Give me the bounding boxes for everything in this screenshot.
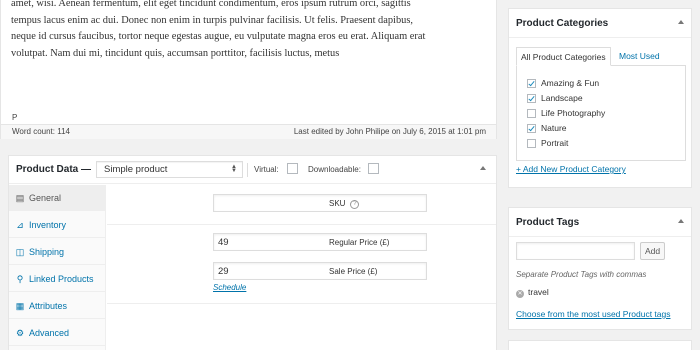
editor-path: P — [12, 113, 18, 122]
remove-tag-icon[interactable]: ✕ — [516, 290, 524, 298]
product-data-panel: Product Data — Simple product ▲ ▼ Virtual… — [8, 155, 497, 350]
tab-label: Shipping — [29, 247, 65, 257]
tab-label: Linked Products — [29, 274, 94, 284]
virtual-checkbox[interactable] — [287, 163, 298, 174]
sale-price-label: Sale Price (£) — [329, 267, 378, 276]
category-item[interactable]: Landscape — [527, 92, 583, 106]
editor-status-bar: Word count: 114 Last edited by John Phil… — [1, 124, 496, 139]
product-tags-box: Product Tags Add Separate Product Tags w… — [508, 207, 692, 330]
tab-label: General — [29, 193, 62, 203]
tab-inventory[interactable]: ⊿ Inventory — [9, 212, 106, 238]
section-divider — [107, 224, 496, 225]
sale-price-value: 29 — [218, 266, 229, 277]
editor-line: tempus lacus enim ac dui. Donec non enim… — [11, 14, 413, 26]
product-categories-box: Product Categories All Product Categorie… — [508, 8, 692, 188]
word-count: Word count: 114 — [12, 127, 70, 136]
product-type-value: Simple product — [104, 164, 168, 175]
checkmark-icon — [528, 94, 535, 102]
tab-all-categories[interactable]: All Product Categories — [516, 47, 611, 66]
chart-icon: ⊿ — [16, 220, 24, 230]
tab-general[interactable]: ▤ General — [9, 185, 106, 211]
sku-field[interactable]: SKU? — [213, 194, 427, 212]
category-item[interactable]: Nature — [527, 122, 567, 136]
next-box — [508, 340, 692, 350]
collapse-toggle-icon[interactable] — [678, 219, 684, 223]
category-checklist: Amazing & Fun Landscape Life Photography… — [516, 65, 686, 161]
schedule-link[interactable]: Schedule — [213, 283, 246, 292]
sale-price-field[interactable]: 29 Sale Price (£) — [213, 262, 427, 280]
category-checkbox[interactable] — [527, 124, 536, 133]
section-divider — [107, 303, 496, 304]
last-edited: Last edited by John Philipe on July 6, 2… — [293, 127, 486, 136]
add-tag-button[interactable]: Add — [640, 242, 665, 260]
product-data-header: Product Data — Simple product ▲ ▼ Virtual… — [9, 156, 496, 184]
tab-label: Advanced — [29, 328, 70, 338]
tags-title: Product Tags — [516, 217, 580, 228]
editor-line: neque id cursus faucibus, tortor neque e… — [11, 31, 426, 42]
category-item[interactable]: Portrait — [527, 137, 568, 151]
downloadable-checkbox[interactable] — [368, 163, 379, 174]
tag-help-text: Separate Product Tags with commas — [516, 270, 647, 279]
tab-advanced[interactable]: ⚙ Advanced — [9, 320, 106, 346]
category-checkbox[interactable] — [527, 79, 536, 88]
tab-most-used[interactable]: Most Used — [615, 47, 664, 66]
gear-icon: ⚙ — [15, 328, 25, 338]
select-arrows-icon: ▲ ▼ — [231, 164, 237, 174]
choose-tags-link[interactable]: Choose from the most used Product tags — [516, 309, 671, 319]
checkmark-icon — [528, 79, 535, 87]
regular-price-field[interactable]: 49 Regular Price (£) — [213, 233, 427, 251]
checkmark-icon — [528, 124, 535, 132]
content-editor[interactable]: amet, wisi. Aenean fermentum, elit eget … — [0, 0, 497, 139]
help-icon: ? — [350, 200, 360, 209]
header-separator — [247, 163, 248, 177]
category-checkbox[interactable] — [527, 94, 536, 103]
tab-attributes[interactable]: ▦ Attributes — [9, 293, 106, 319]
box-divider — [509, 236, 691, 237]
sku-label: SKU? — [329, 199, 360, 209]
general-panel: SKU? 49 Regular Price (£) 29 Sale Price … — [107, 185, 496, 350]
virtual-label: Virtual: — [254, 165, 279, 174]
collapse-toggle-icon[interactable] — [480, 166, 486, 170]
product-data-title: Product Data — — [16, 164, 92, 175]
tab-shipping[interactable]: ◫ Shipping — [9, 239, 106, 265]
truck-icon: ◫ — [15, 247, 25, 257]
product-type-select[interactable]: Simple product ▲ ▼ — [96, 161, 243, 178]
product-data-tabs: ▤ General ⊿ Inventory ◫ Shipping ⚲ Linke… — [9, 185, 106, 350]
category-checkbox[interactable] — [527, 109, 536, 118]
regular-price-label: Regular Price (£) — [329, 238, 390, 247]
tab-linked-products[interactable]: ⚲ Linked Products — [9, 266, 106, 292]
editor-line: amet, wisi. Aenean fermentum, elit eget … — [11, 0, 411, 9]
categories-title: Product Categories — [516, 18, 609, 29]
tag-item: ✕ travel — [516, 287, 549, 298]
link-icon: ⚲ — [16, 274, 24, 284]
add-category-link[interactable]: + Add New Product Category — [516, 164, 626, 174]
regular-price-value: 49 — [218, 237, 229, 248]
table-icon: ▦ — [15, 301, 25, 311]
downloadable-label: Downloadable: — [308, 165, 361, 174]
category-item[interactable]: Amazing & Fun — [527, 77, 599, 91]
list-icon: ▤ — [15, 193, 25, 203]
tab-label: Inventory — [29, 220, 67, 230]
category-item[interactable]: Life Photography — [527, 107, 605, 121]
tag-input[interactable] — [516, 242, 635, 260]
collapse-toggle-icon[interactable] — [678, 20, 684, 24]
box-divider — [509, 37, 691, 38]
editor-text[interactable]: amet, wisi. Aenean fermentum, elit eget … — [11, 0, 493, 62]
tab-label: Attributes — [29, 301, 68, 311]
editor-line: volutpat. Nam dui mi, tincidunt quis, ac… — [11, 47, 340, 59]
category-checkbox[interactable] — [527, 139, 536, 148]
